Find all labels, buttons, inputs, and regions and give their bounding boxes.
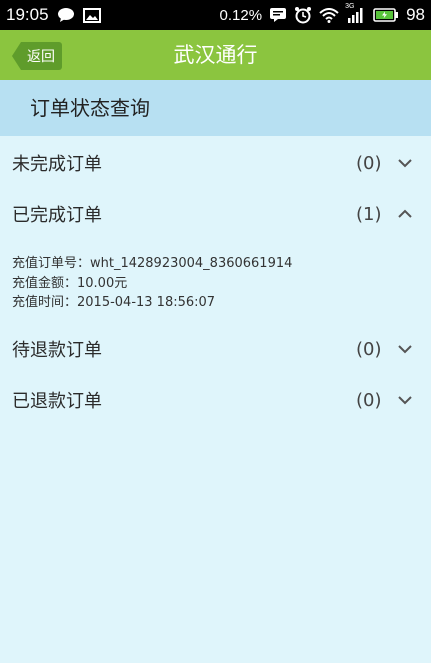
battery-level: 98 [406,5,425,24]
order-label: 已完成订单 [12,205,102,226]
signal-icon: 3G [345,3,366,23]
wifi-icon [319,7,339,23]
message-icon [269,7,287,23]
order-number: 充值订单号：wht_1428923004_8360661914 [12,256,293,271]
page-title: 武汉通行 [173,43,258,67]
order-row-incomplete[interactable]: 未完成订单 (0) [0,138,431,188]
chevron-up-icon [398,209,412,218]
order-row-pending-refund[interactable]: 待退款订单 (0) [0,324,431,374]
status-time: 19:05 [6,5,49,24]
nav-bar: 返回 武汉通行 [0,30,431,80]
network-type: 3G [345,3,355,10]
order-count: (1) [356,203,382,225]
order-label: 未完成订单 [12,154,102,175]
battery-icon [373,8,399,22]
completed-order-details: 充值订单号：wht_1428923004_8360661914 充值金额：10.… [12,254,292,313]
alarm-icon [294,6,312,24]
order-count: (0) [356,389,382,411]
status-bar: 19:05 0.12% 3G 98 [0,0,431,30]
chevron-down-icon [398,159,412,168]
order-count: (0) [356,152,382,174]
order-label: 待退款订单 [12,340,102,361]
order-time: 充值时间：2015-04-13 18:56:07 [12,295,216,310]
data-speed: 0.12% [219,6,263,24]
order-amount: 充值金额：10.00元 [12,275,128,291]
order-row-refunded[interactable]: 已退款订单 (0) [0,375,431,425]
order-label: 已退款订单 [12,391,102,412]
chevron-down-icon [398,345,412,354]
order-count: (0) [356,338,382,360]
section-title: 订单状态查询 [0,80,431,136]
chevron-down-icon [398,396,412,405]
order-row-completed[interactable]: 已完成订单 (1) [0,189,431,239]
image-icon [82,7,101,23]
chat-icon [57,7,75,23]
